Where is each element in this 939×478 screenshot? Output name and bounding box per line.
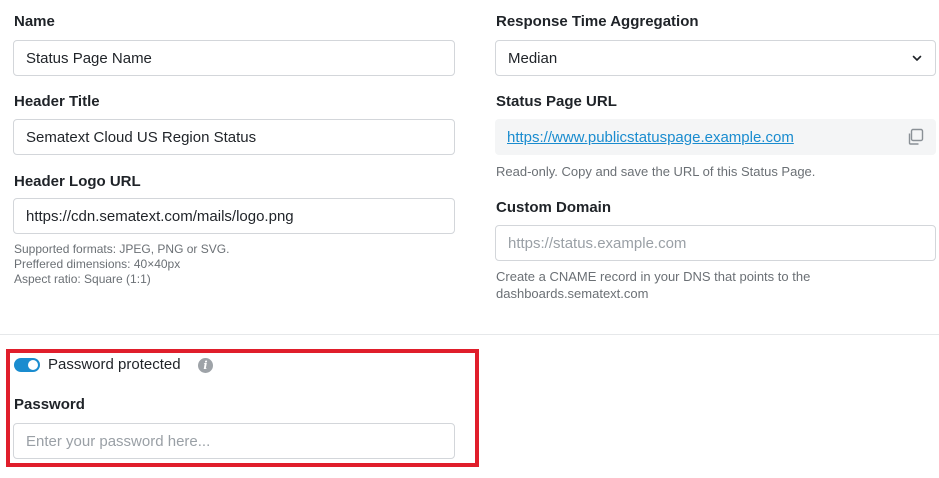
- logo-help-dimensions: Preffered dimensions: 40×40px: [14, 257, 181, 271]
- status-page-url-link[interactable]: https://www.publicstatuspage.example.com: [507, 129, 794, 146]
- name-label: Name: [14, 13, 55, 30]
- custom-domain-input[interactable]: https://status.example.com: [495, 225, 936, 261]
- aggregation-select[interactable]: Median: [495, 40, 936, 76]
- header-logo-url-input[interactable]: https://cdn.sematext.com/mails/logo.png: [13, 198, 455, 234]
- header-title-label: Header Title: [14, 93, 100, 110]
- name-input[interactable]: Status Page Name: [13, 40, 455, 76]
- chevron-down-icon: [911, 52, 923, 64]
- password-protected-toggle[interactable]: [14, 358, 40, 372]
- aggregation-select-value: Median: [508, 49, 558, 67]
- logo-help-text: Supported formats: JPEG, PNG or SVG. Pre…: [14, 242, 229, 287]
- section-divider: [0, 334, 939, 335]
- custom-domain-label: Custom Domain: [496, 199, 612, 216]
- toggle-knob: [28, 360, 38, 370]
- header-logo-url-label: Header Logo URL: [14, 173, 141, 190]
- header-title-input-value: Sematext Cloud US Region Status: [26, 128, 257, 146]
- status-page-url-help: Read-only. Copy and save the URL of this…: [496, 164, 816, 179]
- info-icon[interactable]: i: [198, 358, 213, 373]
- custom-domain-help-line2: dashboards.sematext.com: [496, 286, 649, 301]
- aggregation-label: Response Time Aggregation: [496, 13, 699, 30]
- password-label: Password: [14, 396, 85, 413]
- logo-help-aspect: Aspect ratio: Square (1:1): [14, 272, 151, 286]
- custom-domain-help-line1: Create a CNAME record in your DNS that p…: [496, 269, 811, 284]
- header-logo-url-input-value: https://cdn.sematext.com/mails/logo.png: [26, 207, 294, 225]
- copy-icon[interactable]: [906, 128, 924, 146]
- password-input[interactable]: Enter your password here...: [13, 423, 455, 459]
- status-page-url-field: https://www.publicstatuspage.example.com: [495, 119, 936, 155]
- status-page-url-label: Status Page URL: [496, 93, 617, 110]
- custom-domain-help: Create a CNAME record in your DNS that p…: [496, 268, 810, 302]
- name-input-value: Status Page Name: [26, 49, 152, 67]
- custom-domain-placeholder: https://status.example.com: [508, 234, 687, 252]
- password-protected-label: Password protected: [48, 356, 181, 373]
- password-placeholder: Enter your password here...: [26, 432, 211, 450]
- logo-help-formats: Supported formats: JPEG, PNG or SVG.: [14, 242, 230, 256]
- header-title-input[interactable]: Sematext Cloud US Region Status: [13, 119, 455, 155]
